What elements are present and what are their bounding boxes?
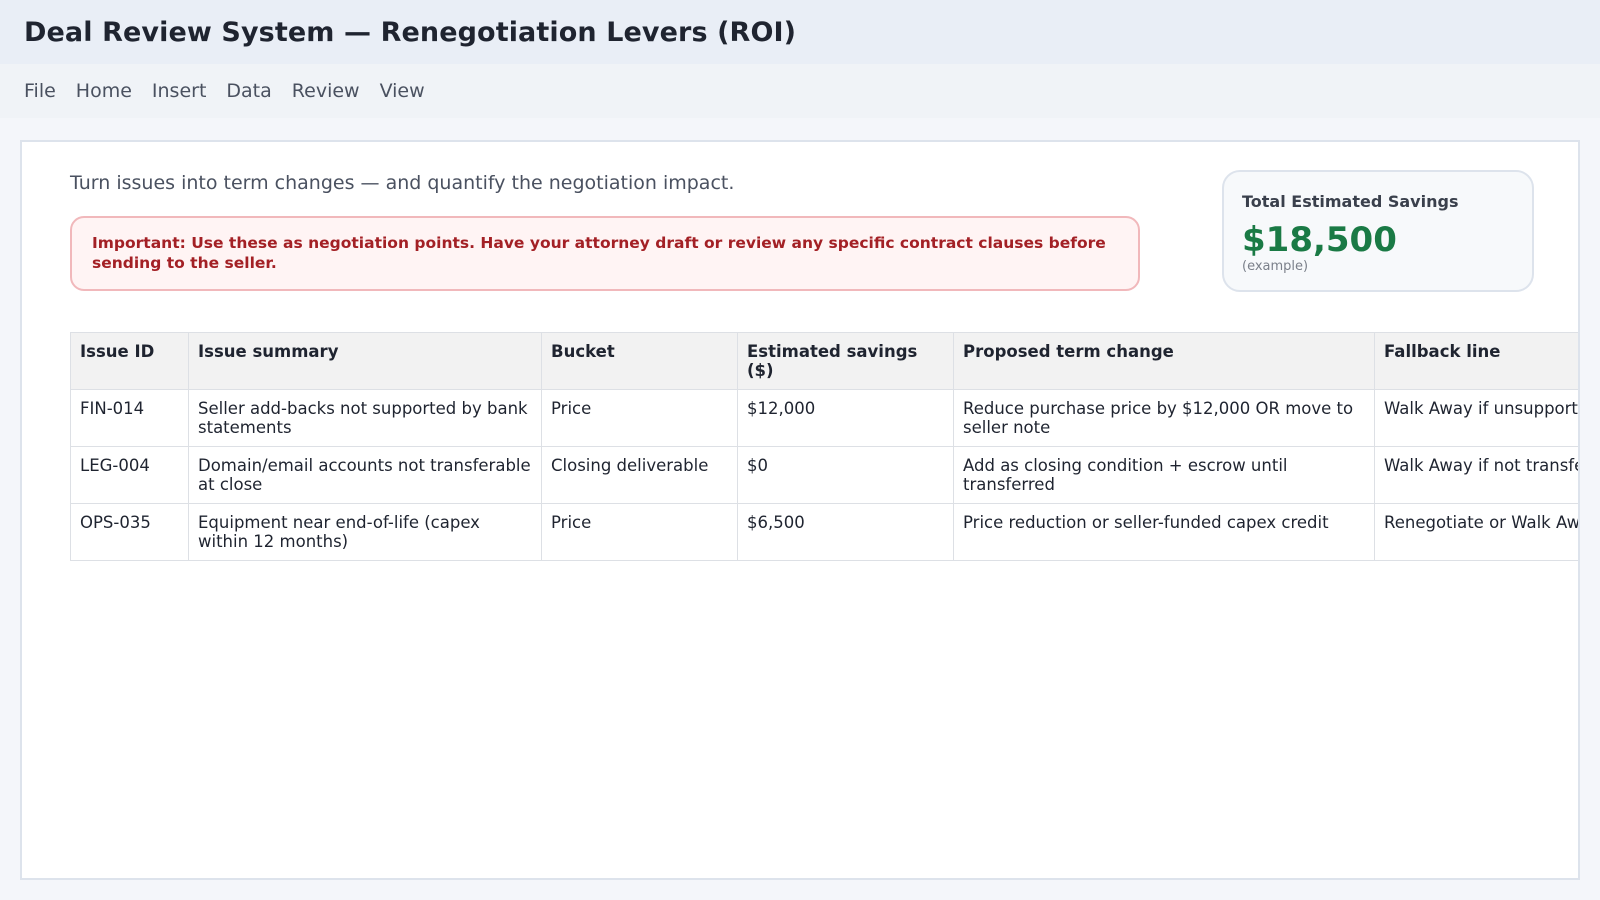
- cell-proposed-term-change[interactable]: Price reduction or seller-funded capex c…: [953, 503, 1375, 561]
- header-estimated-savings[interactable]: Estimated savings ($): [737, 332, 954, 390]
- cell-proposed-term-change[interactable]: Add as closing condition + escrow until …: [953, 446, 1375, 504]
- total-savings-title: Total Estimated Savings: [1242, 192, 1459, 211]
- renegotiation-levers-table: Issue ID Issue summary Bucket Estimated …: [70, 332, 1578, 561]
- header-bucket[interactable]: Bucket: [541, 332, 738, 390]
- cell-fallback-line[interactable]: Renegotiate or Walk Away: [1374, 503, 1578, 561]
- cell-issue-summary[interactable]: Seller add-backs not supported by bank s…: [188, 389, 542, 447]
- cell-bucket[interactable]: Price: [541, 389, 738, 447]
- cell-estimated-savings[interactable]: $0: [737, 446, 954, 504]
- menu-bar: File Home Insert Data Review View: [0, 64, 1600, 118]
- menu-file[interactable]: File: [24, 80, 56, 102]
- header-proposed-term-change[interactable]: Proposed term change: [953, 332, 1375, 390]
- table-row[interactable]: LEG-004 Domain/email accounts not transf…: [70, 446, 1578, 504]
- total-savings-value: $18,500: [1242, 220, 1397, 260]
- content-sheet: Turn issues into term changes — and quan…: [20, 140, 1580, 880]
- table-row[interactable]: OPS-035 Equipment near end-of-life (cape…: [70, 503, 1578, 561]
- table-header-row: Issue ID Issue summary Bucket Estimated …: [70, 332, 1578, 390]
- cell-fallback-line[interactable]: Walk Away if not transferred: [1374, 446, 1578, 504]
- table-row[interactable]: FIN-014 Seller add-backs not supported b…: [70, 389, 1578, 447]
- title-bar: Deal Review System — Renegotiation Lever…: [0, 0, 1600, 64]
- menu-review[interactable]: Review: [292, 80, 360, 102]
- intro-text: Turn issues into term changes — and quan…: [70, 172, 735, 194]
- window-title: Deal Review System — Renegotiation Lever…: [24, 16, 797, 48]
- menu-view[interactable]: View: [380, 80, 425, 102]
- header-fallback-line[interactable]: Fallback line: [1374, 332, 1578, 390]
- cell-issue-id[interactable]: LEG-004: [70, 446, 189, 504]
- cell-proposed-term-change[interactable]: Reduce purchase price by $12,000 OR move…: [953, 389, 1375, 447]
- cell-issue-summary[interactable]: Equipment near end-of-life (capex within…: [188, 503, 542, 561]
- header-issue-id[interactable]: Issue ID: [70, 332, 189, 390]
- total-savings-note: (example): [1242, 259, 1309, 274]
- cell-issue-summary[interactable]: Domain/email accounts not transferable a…: [188, 446, 542, 504]
- cell-bucket[interactable]: Price: [541, 503, 738, 561]
- cell-issue-id[interactable]: FIN-014: [70, 389, 189, 447]
- attorney-warning-callout: Important: Use these as negotiation poin…: [70, 216, 1140, 291]
- menu-home[interactable]: Home: [76, 80, 132, 102]
- cell-fallback-line[interactable]: Walk Away if unsupported: [1374, 389, 1578, 447]
- cell-issue-id[interactable]: OPS-035: [70, 503, 189, 561]
- menu-insert[interactable]: Insert: [152, 80, 207, 102]
- cell-estimated-savings[interactable]: $6,500: [737, 503, 954, 561]
- cell-estimated-savings[interactable]: $12,000: [737, 389, 954, 447]
- total-savings-card: Total Estimated Savings $18,500 (example…: [1222, 170, 1534, 292]
- header-issue-summary[interactable]: Issue summary: [188, 332, 542, 390]
- cell-bucket[interactable]: Closing deliverable: [541, 446, 738, 504]
- menu-data[interactable]: Data: [226, 80, 271, 102]
